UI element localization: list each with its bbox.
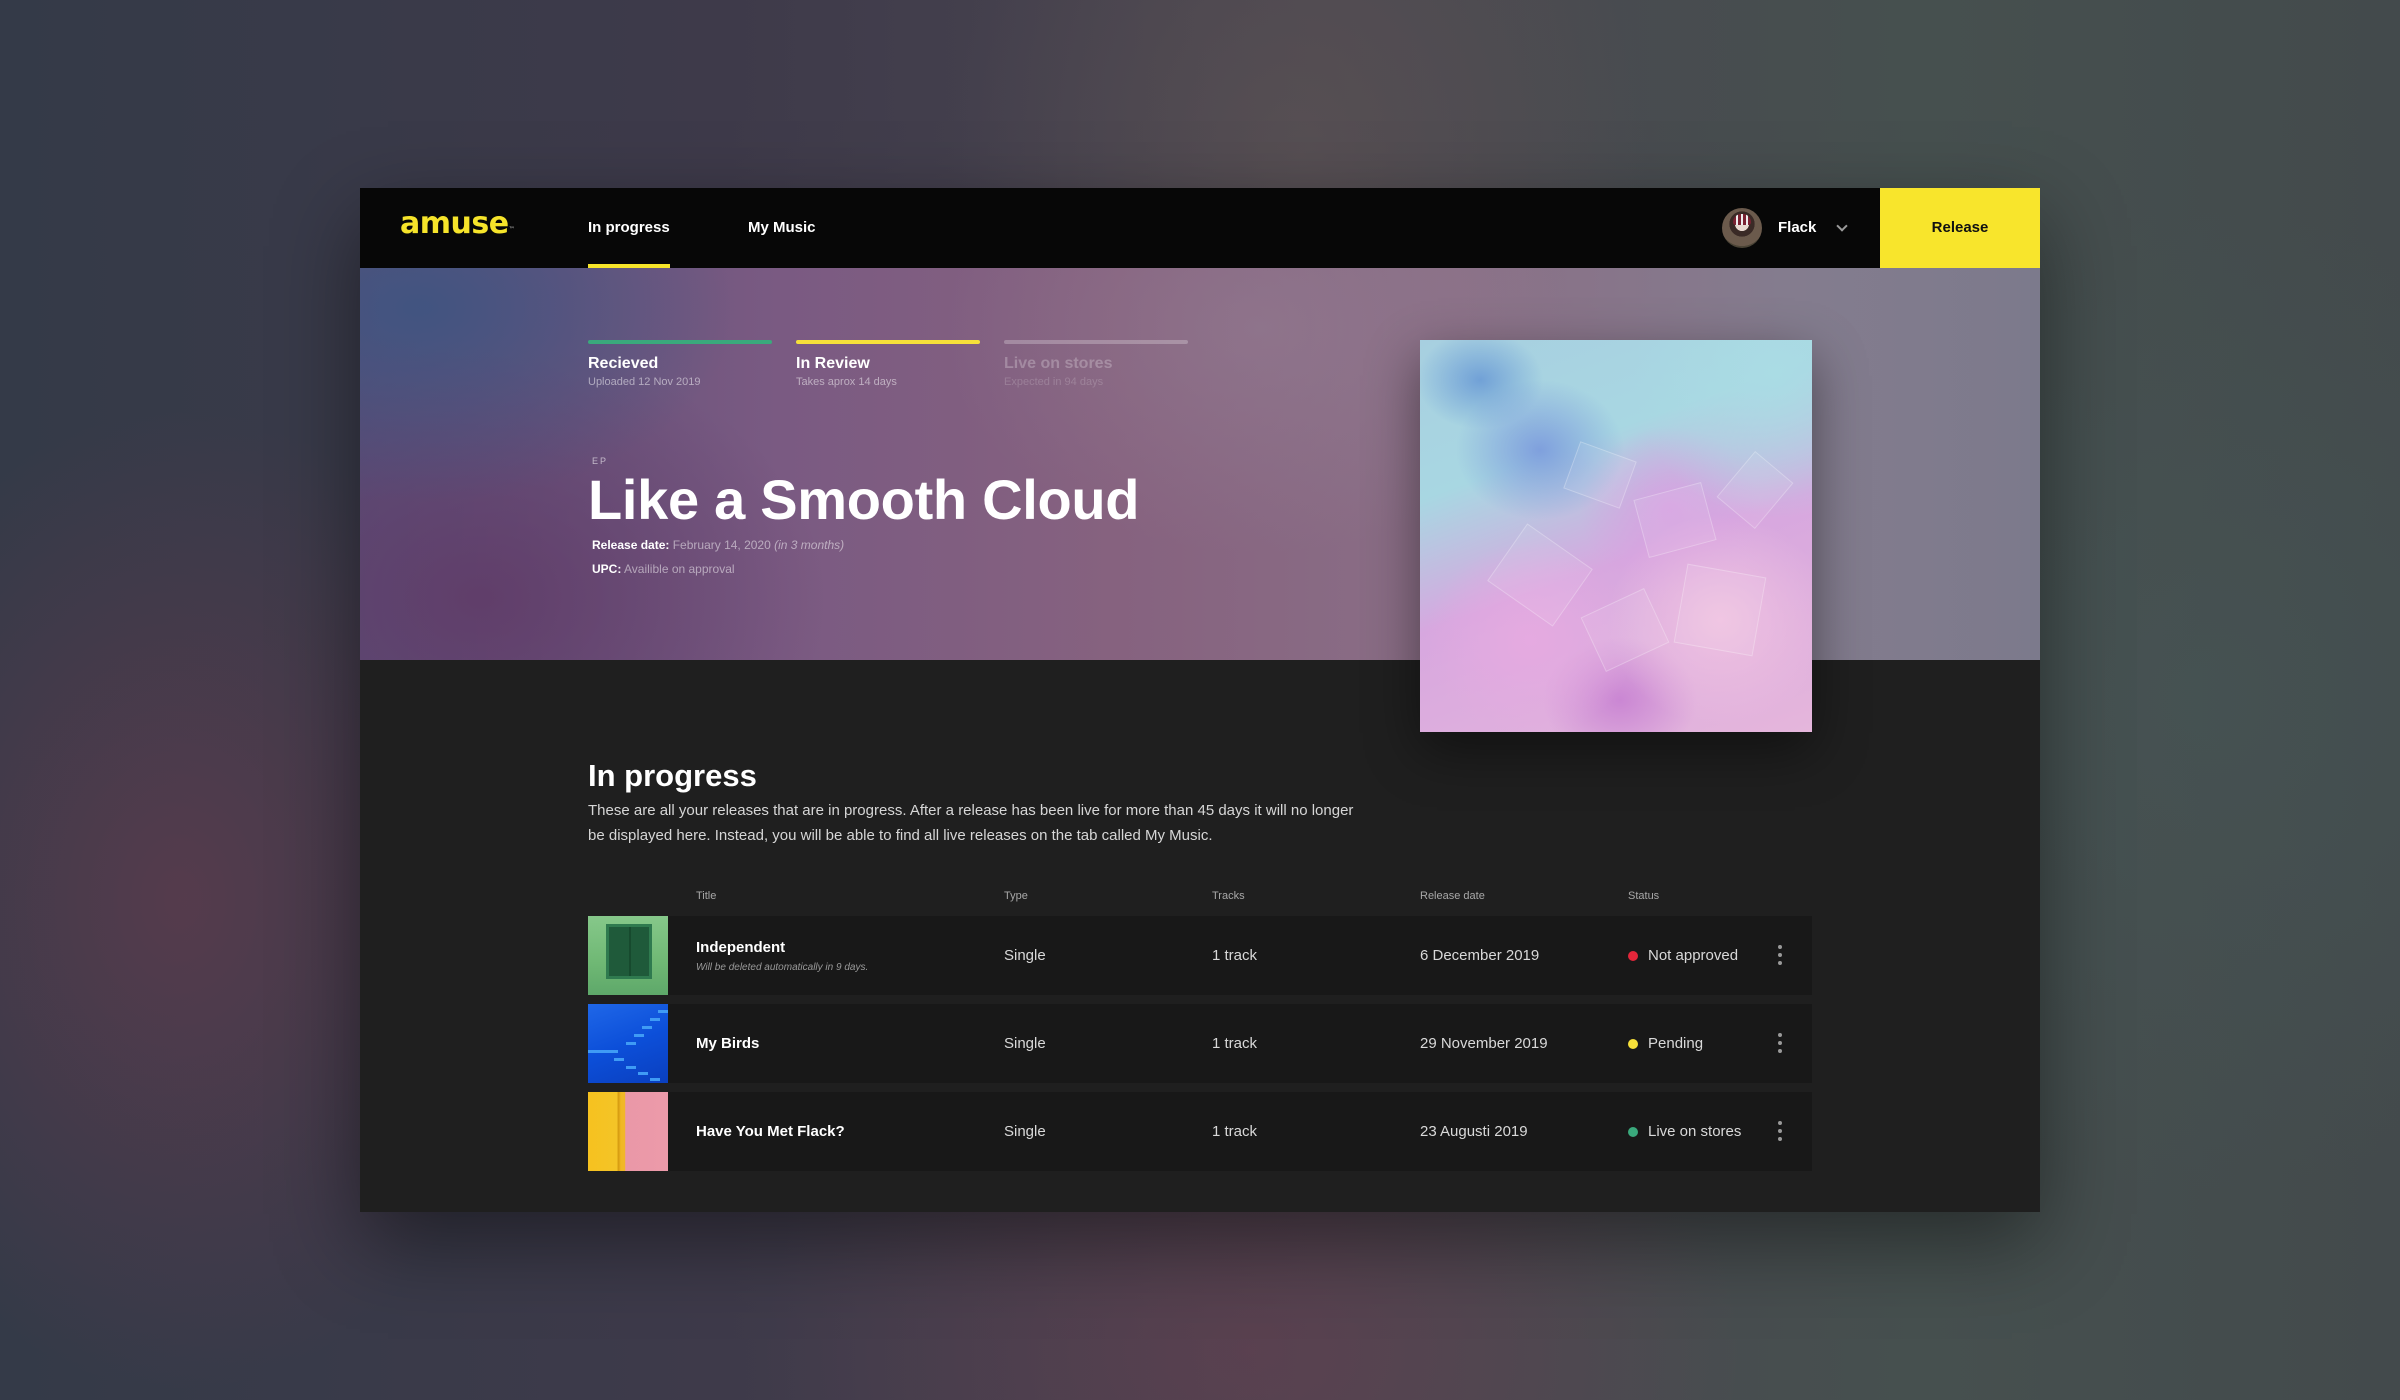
release-type-cell: Single [1004,1035,1046,1052]
release-date-value: February 14, 2020 [672,538,771,552]
thumbnail-stair [626,1066,636,1069]
step-bar [1004,340,1188,344]
release-title: Like a Smooth Cloud [588,468,1140,531]
release-type-cell: Single [1004,1123,1046,1140]
thumbnail-stair [626,1042,636,1045]
section-title: In progress [588,758,757,793]
step-label: Live on stores [1004,355,1113,372]
more-options-icon[interactable] [1774,1119,1786,1143]
release-tracks-cell: 1 track [1212,947,1258,964]
upc-line: UPC: Availible on approval [592,561,735,577]
thumbnail-stair [638,1072,648,1075]
amuse-logo[interactable]: amuse™ [400,204,515,244]
status-badge: Pending [1628,1034,1703,1054]
thumbnail-door-image [606,924,652,979]
upc-label: UPC: [592,562,622,576]
release-tracks-cell: 1 track [1212,1035,1258,1052]
progress-step-in-review: In Review Takes aprox 14 days [796,340,980,389]
release-row[interactable]: Have You Met Flack? Single 1 track 23 Au… [588,1092,1812,1171]
column-header-release-date[interactable]: Release date [1420,888,1485,904]
status-dot-icon [1628,1039,1638,1049]
column-header-status[interactable]: Status [1628,888,1659,904]
release-date-cell: 23 Augusti 2019 [1420,1123,1528,1140]
release-thumbnail [588,1092,668,1171]
status-badge: Live on stores [1628,1122,1741,1142]
top-nav: amuse™ In progress My Music Flack Releas… [360,188,2040,268]
thumbnail-stair [642,1026,652,1029]
release-date-relative: (in 3 months) [774,538,845,552]
table-header: Title Type Tracks Release date Status [360,888,2040,904]
step-bar [796,340,980,344]
logo-trademark: ™ [508,226,515,233]
section-description: These are all your releases that are in … [588,802,1354,844]
release-thumbnail [588,1004,668,1083]
step-bar [588,340,772,344]
avatar-image [1733,214,1751,225]
release-title-cell[interactable]: Independent [696,938,785,958]
release-artwork[interactable] [1420,340,1812,732]
app-window: amuse™ In progress My Music Flack Releas… [360,188,2040,1212]
release-date-cell: 29 November 2019 [1420,1035,1548,1052]
artwork-facet [1563,441,1637,509]
step-label: In Review [796,355,870,372]
user-avatar[interactable] [1722,208,1762,248]
release-date-cell: 6 December 2019 [1420,947,1540,964]
status-text: Not approved [1648,947,1739,964]
step-subtext: Takes aprox 14 days [796,376,897,388]
progress-step-received: Recieved Uploaded 12 Nov 2019 [588,340,772,389]
thumbnail-stair [650,1018,660,1021]
status-text: Live on stores [1648,1123,1742,1140]
step-subtext: Uploaded 12 Nov 2019 [588,376,701,388]
release-row[interactable]: My Birds Single 1 track 29 November 2019… [588,1004,1812,1083]
release-title-cell[interactable]: My Birds [696,1034,759,1054]
tab-my-music[interactable]: My Music [748,188,816,268]
artwork-facet [1580,588,1670,672]
status-dot-icon [1628,951,1638,961]
artwork-facet [1487,523,1593,627]
upc-value: Availible on approval [624,562,735,576]
user-name[interactable]: Flack [1778,188,1816,268]
release-thumbnail [588,916,668,995]
status-text: Pending [1648,1035,1704,1052]
thumbnail-stair [658,1010,668,1013]
column-header-tracks[interactable]: Tracks [1212,888,1245,904]
tab-in-progress[interactable]: In progress [588,188,670,268]
thumbnail-stair [634,1034,644,1037]
release-note: Will be deleted automatically in 9 days. [696,962,869,973]
release-title-cell[interactable]: Have You Met Flack? [696,1122,845,1142]
release-tracks-cell: 1 track [1212,1123,1258,1140]
release-date-label: Release date: [592,538,670,552]
release-row[interactable]: Independent Will be deleted automaticall… [588,916,1812,995]
column-header-title[interactable]: Title [696,888,716,904]
step-label: Recieved [588,355,659,372]
step-subtext: Expected in 94 days [1004,376,1104,388]
progress-step-live: Live on stores Expected in 94 days [1004,340,1188,389]
thumbnail-stair [650,1078,660,1081]
more-options-icon[interactable] [1774,1031,1786,1055]
chevron-down-icon[interactable] [1836,220,1848,232]
release-date-line: Release date: February 14, 2020 (in 3 mo… [592,537,844,553]
release-button[interactable]: Release [1880,188,2040,268]
column-header-type[interactable]: Type [1004,888,1028,904]
thumbnail-stair [614,1058,624,1061]
status-dot-icon [1628,1127,1638,1137]
release-type-cell: Single [1004,947,1046,964]
logo-text: amuse [400,206,509,241]
more-options-icon[interactable] [1774,943,1786,967]
status-badge: Not approved [1628,946,1738,966]
thumbnail-stair [588,1050,618,1053]
artwork-facet [1673,563,1767,657]
